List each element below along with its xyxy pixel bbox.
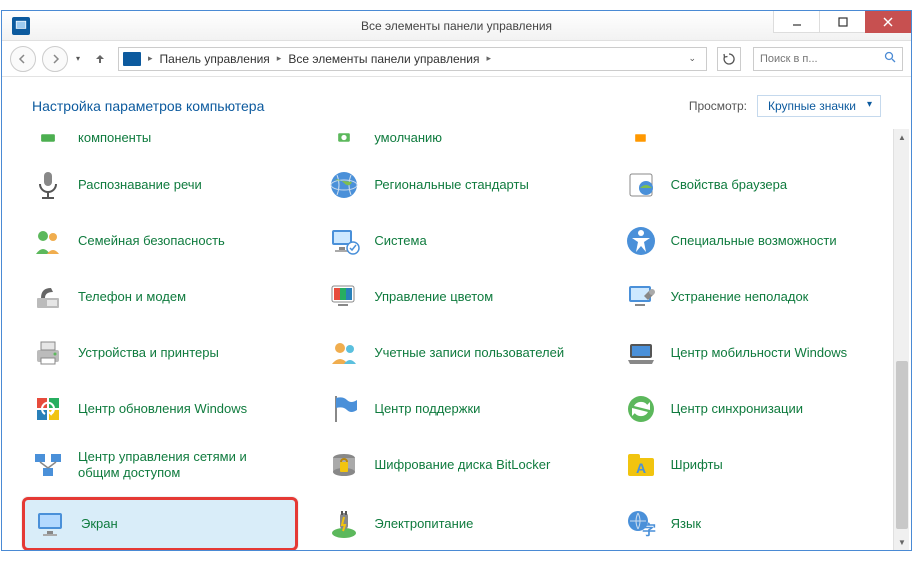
update-icon: [30, 391, 66, 427]
system-icon: [326, 223, 362, 259]
minimize-button[interactable]: [773, 11, 819, 33]
content-area: Настройка параметров компьютера Просмотр…: [2, 77, 911, 550]
scroll-up-button[interactable]: ▲: [894, 129, 910, 145]
network-icon: [30, 447, 66, 483]
forward-button[interactable]: [42, 46, 68, 72]
close-button[interactable]: [865, 11, 911, 33]
mobility-icon: [623, 335, 659, 371]
cp-item-mobility-center[interactable]: Центр мобильности Windows: [615, 329, 891, 377]
family-icon: [30, 223, 66, 259]
color-icon: [326, 279, 362, 315]
cp-item-sync-center[interactable]: Центр синхронизации: [615, 385, 891, 433]
chevron-icon: ▸: [274, 53, 285, 64]
page-title: Настройка параметров компьютера: [32, 98, 689, 114]
view-label: Просмотр:: [689, 99, 747, 113]
flag-icon: [326, 391, 362, 427]
default-icon: [326, 129, 362, 147]
bitlocker-icon: [326, 447, 362, 483]
recent-locations-button[interactable]: ▾: [74, 54, 82, 63]
svg-text:字: 字: [642, 522, 656, 538]
cp-item-phone-modem[interactable]: Телефон и модем: [22, 273, 298, 321]
users-icon: [326, 335, 362, 371]
breadcrumb-item-all-items[interactable]: Все элементы панели управления: [286, 52, 481, 66]
microphone-icon: [30, 167, 66, 203]
control-panel-icon: [123, 52, 141, 66]
cp-item-system[interactable]: Система: [318, 217, 594, 265]
items-scroll-area: компоненты умолчанию: [2, 129, 911, 550]
cp-item-user-accounts[interactable]: Учетные записи пользователей: [318, 329, 594, 377]
search-input[interactable]: [760, 53, 884, 65]
cp-item-blank0: [615, 129, 891, 153]
maximize-button[interactable]: [819, 11, 865, 33]
window-title: Все элементы панели управления: [361, 19, 552, 33]
fonts-icon: A: [623, 447, 659, 483]
cp-item-power-options[interactable]: Электропитание: [318, 497, 594, 550]
up-button[interactable]: [88, 47, 112, 71]
cp-item-language[interactable]: 字 Язык: [615, 497, 891, 550]
chevron-icon: ▸: [145, 53, 156, 64]
cp-item-fonts[interactable]: A Шрифты: [615, 441, 891, 489]
troubleshoot-icon: [623, 279, 659, 315]
display-icon: [33, 506, 69, 542]
cp-item-accessibility[interactable]: Специальные возможности: [615, 217, 891, 265]
view-selector[interactable]: Крупные значки: [757, 95, 881, 117]
globe-icon: [326, 167, 362, 203]
back-button[interactable]: [10, 46, 36, 72]
cp-item-troubleshooting[interactable]: Устранение неполадок: [615, 273, 891, 321]
scrollbar-thumb[interactable]: [896, 361, 908, 529]
sync-icon: [623, 391, 659, 427]
window-controls: [773, 11, 911, 33]
language-icon: 字: [623, 506, 659, 542]
phone-icon: [30, 279, 66, 315]
cp-item-browser-properties[interactable]: Свойства браузера: [615, 161, 891, 209]
accessibility-icon: [623, 223, 659, 259]
cp-item-windows-update[interactable]: Центр обновления Windows: [22, 385, 298, 433]
search-box[interactable]: [753, 47, 903, 71]
scroll-down-button[interactable]: ▼: [894, 534, 910, 550]
search-icon: [884, 50, 896, 68]
cp-item-default[interactable]: умолчанию: [318, 129, 594, 153]
cp-item-support-center[interactable]: Центр поддержки: [318, 385, 594, 433]
browser-icon: [623, 167, 659, 203]
breadcrumb-item-control-panel[interactable]: Панель управления: [158, 52, 272, 66]
svg-text:A: A: [636, 460, 646, 476]
breadcrumb-expand-button[interactable]: ⌄: [682, 53, 702, 64]
content-header: Настройка параметров компьютера Просмотр…: [2, 77, 911, 129]
cp-item-network-sharing[interactable]: Центр управления сетями и общим доступом: [22, 441, 298, 489]
titlebar: Все элементы панели управления: [2, 11, 911, 41]
scrollbar[interactable]: ▲ ▼: [893, 129, 909, 550]
blank-icon: [623, 129, 659, 147]
control-panel-window: Все элементы панели управления ▾ ▸: [1, 10, 912, 551]
cp-item-components[interactable]: компоненты: [22, 129, 298, 153]
cp-item-family-safety[interactable]: Семейная безопасность: [22, 217, 298, 265]
breadcrumb[interactable]: ▸ Панель управления ▸ Все элементы панел…: [118, 47, 707, 71]
refresh-button[interactable]: [717, 47, 741, 71]
chevron-icon: ▸: [483, 53, 494, 64]
cp-item-color-management[interactable]: Управление цветом: [318, 273, 594, 321]
cp-item-bitlocker[interactable]: Шифрование диска BitLocker: [318, 441, 594, 489]
power-icon: [326, 506, 362, 542]
cp-item-devices-printers[interactable]: Устройства и принтеры: [22, 329, 298, 377]
cp-item-regional-standards[interactable]: Региональные стандарты: [318, 161, 594, 209]
navbar: ▾ ▸ Панель управления ▸ Все элементы пан…: [2, 41, 911, 77]
cp-item-speech-recognition[interactable]: Распознавание речи: [22, 161, 298, 209]
printer-icon: [30, 335, 66, 371]
items-grid: компоненты умолчанию: [22, 129, 891, 550]
cp-item-display[interactable]: Экран: [22, 497, 298, 550]
app-icon: [12, 17, 30, 35]
components-icon: [30, 129, 66, 147]
